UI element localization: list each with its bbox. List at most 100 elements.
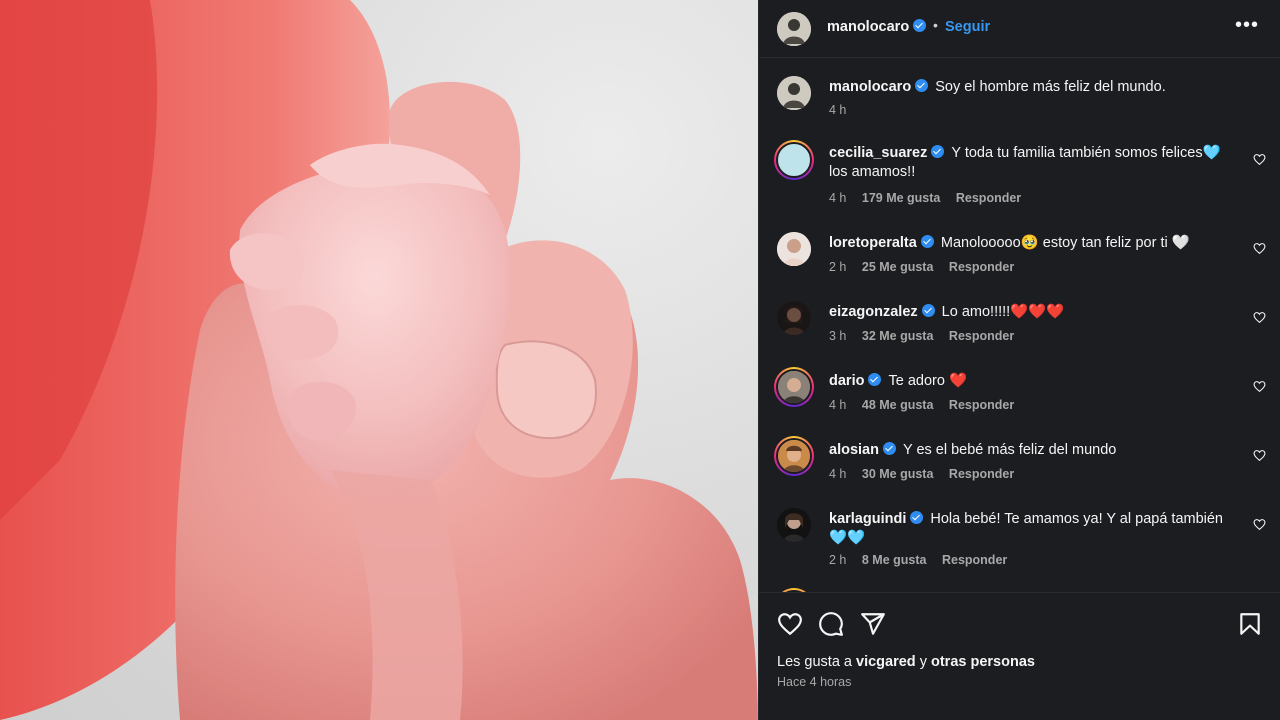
likes-prefix: Les gusta a [777,654,852,670]
commenter-avatar-image [777,232,811,266]
comment-username[interactable]: loretoperalta [829,235,917,251]
comment-like-heart-icon[interactable] [1253,518,1266,531]
commenter-avatar[interactable] [774,140,814,180]
verified-badge-icon [882,442,896,455]
caption-avatar[interactable] [777,76,811,110]
post-timestamp: Hace 4 horas [777,675,852,689]
comment-time: 2 h [829,260,847,274]
caption-time: 4 h [829,103,847,117]
comment-username[interactable]: karlaguindi [829,511,906,527]
comment-username[interactable]: dario [829,373,864,389]
heart-icon[interactable] [777,611,803,637]
comment-item: karlaguindi Hola bebé! Te amamos ya! Y a… [759,508,1280,574]
comment-meta: 3 h 32 Me gusta Responder [829,329,1026,343]
verified-badge-icon [913,19,927,32]
reply-button[interactable]: Responder [949,467,1014,481]
reply-button[interactable]: Responder [956,191,1021,205]
comment-text: Te adoro ❤️ [888,373,967,389]
comment-meta: 4 h 30 Me gusta Responder [829,467,1026,481]
comment-time: 2 h [829,553,847,567]
comment-item: eizagonzalez Lo amo!!!!!❤️❤️❤️ 3 h 32 Me… [759,301,1280,347]
comment-likes[interactable]: 8 Me gusta [862,553,927,567]
commenter-avatar-image [776,438,812,474]
comment-likes[interactable]: 179 Me gusta [862,191,941,205]
reply-button[interactable]: Responder [942,553,1007,567]
caption-avatar-image [777,76,811,110]
reply-button[interactable]: Responder [949,329,1014,343]
author-avatar[interactable] [777,12,811,46]
comment-like-heart-icon[interactable] [1253,449,1266,462]
comment-item: cecilia_suarez Y toda tu familia también… [759,140,1280,208]
verified-badge-icon [915,79,929,92]
post-actions: Les gusta a vicgared y otras personas Ha… [759,592,1280,720]
commenter-avatar[interactable] [777,301,811,335]
comment-body: cecilia_suarez Y toda tu familia también… [829,144,1229,182]
commenter-avatar-image [777,301,811,335]
more-options-icon[interactable]: ••• [1235,14,1259,37]
comment-meta: 4 h 48 Me gusta Responder [829,398,1026,412]
post-caption: manolocaro Soy el hombre más feliz del m… [759,76,1280,136]
comment-meta: 4 h 179 Me gusta Responder [829,191,1033,205]
commenter-avatar-image [776,142,812,178]
verified-badge-icon [910,511,924,524]
post-header: manolocaro • Seguir ••• [759,0,1280,58]
comment-like-heart-icon[interactable] [1253,380,1266,393]
comment-text: Manolooooo🥹 estoy tan feliz por ti 🤍 [940,235,1190,251]
header-separator: • [933,17,938,33]
post-side-panel: manolocaro • Seguir ••• manolocaro Soy e… [758,0,1280,720]
reply-button[interactable]: Responder [949,260,1014,274]
comment-time: 4 h [829,191,847,205]
reply-button[interactable]: Responder [949,398,1014,412]
share-icon[interactable] [860,611,886,637]
likes-summary: Les gusta a vicgared y otras personas [777,654,1035,670]
comment-like-heart-icon[interactable] [1253,311,1266,324]
comment-likes[interactable]: 32 Me gusta [862,329,934,343]
author-username[interactable]: manolocaro [827,19,927,35]
commenter-avatar[interactable] [774,367,814,407]
comment-body: dario Te adoro ❤️ [829,372,1229,391]
verified-badge-icon [931,145,945,158]
commenter-avatar-image [776,369,812,405]
caption-text: Soy el hombre más feliz del mundo. [935,79,1166,95]
comment-body: karlaguindi Hola bebé! Te amamos ya! Y a… [829,510,1229,548]
comment-username[interactable]: alosian [829,442,879,458]
likes-others-link[interactable]: otras personas [931,654,1035,670]
follow-button[interactable]: Seguir [945,19,990,35]
likes-user-link[interactable]: vicgared [856,654,916,670]
comment-likes[interactable]: 48 Me gusta [862,398,934,412]
comment-body: eizagonzalez Lo amo!!!!!❤️❤️❤️ [829,303,1229,322]
commenter-avatar[interactable] [777,508,811,542]
commenter-avatar[interactable] [774,436,814,476]
comment-username[interactable]: eizagonzalez [829,304,918,320]
verified-badge-icon [921,304,935,317]
likes-middle: y [919,654,927,670]
comment-like-heart-icon[interactable] [1253,153,1266,166]
comment-text: Lo amo!!!!!❤️❤️❤️ [941,304,1065,320]
commenter-avatar[interactable] [777,232,811,266]
bookmark-icon[interactable] [1237,611,1263,637]
caption-username[interactable]: manolocaro [829,79,911,95]
comment-time: 4 h [829,467,847,481]
comment-item: alosian Y es el bebé más feliz del mundo… [759,436,1280,485]
comment-likes[interactable]: 30 Me gusta [862,467,934,481]
comment-time: 4 h [829,398,847,412]
verified-badge-icon [868,373,882,386]
comment-body: loretoperalta Manolooooo🥹 estoy tan feli… [829,234,1229,253]
comment-meta: 2 h 8 Me gusta Responder [829,553,1019,567]
comment-likes[interactable]: 25 Me gusta [862,260,934,274]
comments-list[interactable]: manolocaro Soy el hombre más feliz del m… [759,58,1280,592]
comment-body: alosian Y es el bebé más feliz del mundo [829,441,1229,460]
baby-hand-photo [0,0,758,720]
comment-text: Y es el bebé más feliz del mundo [903,442,1117,458]
comment-item: loretoperalta Manolooooo🥹 estoy tan feli… [759,232,1280,278]
comment-like-heart-icon[interactable] [1253,242,1266,255]
post-photo [0,0,758,720]
author-avatar-image [777,12,811,46]
comment-username[interactable]: cecilia_suarez [829,145,927,161]
caption-meta: 4 h [829,103,858,117]
caption-body: manolocaro Soy el hombre más feliz del m… [829,78,1229,97]
comment-meta: 2 h 25 Me gusta Responder [829,260,1026,274]
author-username-text[interactable]: manolocaro [827,19,909,35]
comment-icon[interactable] [818,611,844,637]
verified-badge-icon [920,235,934,248]
